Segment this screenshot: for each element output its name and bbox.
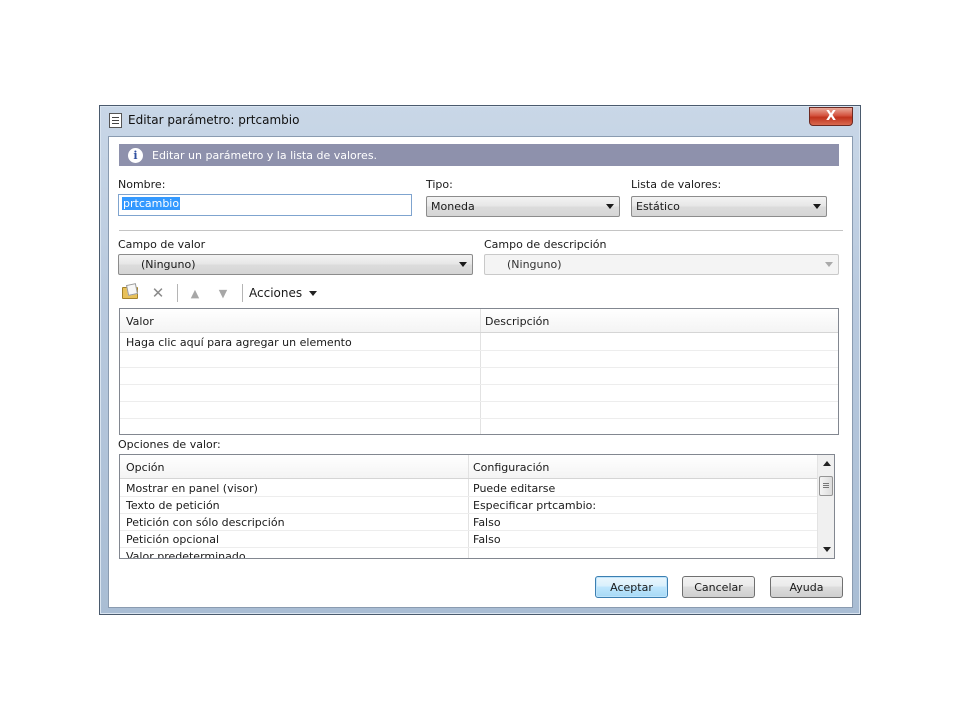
aceptar-button[interactable]: Aceptar xyxy=(595,576,668,598)
section-divider xyxy=(119,230,843,231)
title-bar[interactable]: Editar parámetro: prtcambio X xyxy=(100,106,860,136)
delete-icon: ✕ xyxy=(151,284,165,302)
info-text: Editar un parámetro y la lista de valore… xyxy=(152,148,378,162)
table-row[interactable]: Petición con sólo descripción Falso xyxy=(120,514,817,531)
column-header-configuracion[interactable]: Configuración xyxy=(473,461,549,474)
add-item-row[interactable]: Haga clic aquí para agregar un elemento xyxy=(120,334,838,351)
option-setting: Especificar prtcambio: xyxy=(473,499,597,512)
chevron-down-icon xyxy=(825,262,833,267)
values-grid-header: Valor Descripción xyxy=(120,309,838,333)
values-grid: Valor Descripción Haga clic aquí para ag… xyxy=(119,308,839,435)
table-row[interactable]: Mostrar en panel (visor) Puede editarse xyxy=(120,480,817,497)
option-name: Valor predeterminado xyxy=(126,550,246,559)
toolbar-separator xyxy=(177,284,178,302)
chevron-down-icon xyxy=(459,262,467,267)
column-separator xyxy=(480,309,481,332)
table-row xyxy=(120,402,838,419)
campo-valor-label: Campo de valor xyxy=(118,238,206,251)
dialog-client-area: i Editar un parámetro y la lista de valo… xyxy=(108,136,853,608)
toolbar-separator xyxy=(242,284,243,302)
lista-valores-select-value: Estático xyxy=(636,200,680,213)
arrow-up-icon: ▲ xyxy=(190,286,200,300)
tipo-select-value: Moneda xyxy=(431,200,475,213)
nombre-input-value: prtcambio xyxy=(122,197,181,210)
info-banner: i Editar un parámetro y la lista de valo… xyxy=(119,144,839,166)
delete-value-button[interactable]: ✕ xyxy=(147,283,169,303)
option-name: Mostrar en panel (visor) xyxy=(126,482,258,495)
options-grid-header: Opción Configuración xyxy=(120,455,817,479)
nombre-label: Nombre: xyxy=(118,178,166,191)
column-header-opcion[interactable]: Opción xyxy=(126,461,164,474)
acciones-menu-button[interactable]: Acciones xyxy=(249,286,318,300)
parameter-document-icon xyxy=(109,113,122,128)
table-row[interactable]: Valor predeterminado xyxy=(120,548,817,559)
nombre-input[interactable]: prtcambio xyxy=(118,194,412,216)
column-separator xyxy=(468,455,469,478)
info-icon: i xyxy=(128,147,143,163)
close-button[interactable]: X xyxy=(809,107,853,126)
campo-descripcion-label: Campo de descripción xyxy=(484,238,607,251)
campo-valor-select[interactable]: (Ninguno) xyxy=(118,254,473,275)
table-row xyxy=(120,368,838,385)
campo-valor-select-value: (Ninguno) xyxy=(141,258,196,271)
option-name: Petición opcional xyxy=(126,533,219,546)
campo-descripcion-select-value: (Ninguno) xyxy=(507,258,562,271)
scroll-thumb[interactable] xyxy=(819,476,833,496)
tipo-select[interactable]: Moneda xyxy=(426,196,620,217)
open-folder-icon xyxy=(122,287,138,299)
column-header-descripcion[interactable]: Descripción xyxy=(485,315,549,328)
scroll-up-icon[interactable] xyxy=(823,461,831,466)
scroll-down-icon[interactable] xyxy=(823,547,831,552)
table-row[interactable]: Petición opcional Falso xyxy=(120,531,817,548)
values-toolbar: ✕ ▲ ▼ Acciones xyxy=(119,282,318,304)
lista-valores-label: Lista de valores: xyxy=(631,178,722,191)
ayuda-button[interactable]: Ayuda xyxy=(770,576,843,598)
option-setting: Falso xyxy=(473,516,501,529)
table-row[interactable]: Texto de petición Especificar prtcambio: xyxy=(120,497,817,514)
chevron-down-icon xyxy=(813,204,821,209)
opciones-valor-label: Opciones de valor: xyxy=(118,438,221,451)
dialog-window: Editar parámetro: prtcambio X i Editar u… xyxy=(99,105,861,615)
move-down-button[interactable]: ▼ xyxy=(212,283,234,303)
options-grid: Opción Configuración Mostrar en panel (v… xyxy=(119,454,835,559)
tipo-label: Tipo: xyxy=(426,178,453,191)
table-row xyxy=(120,419,838,434)
option-setting: Puede editarse xyxy=(473,482,556,495)
options-scrollbar[interactable] xyxy=(817,455,834,558)
arrow-down-icon: ▼ xyxy=(218,286,228,300)
table-row xyxy=(120,385,838,402)
add-item-placeholder: Haga clic aquí para agregar un elemento xyxy=(126,336,352,349)
move-up-button[interactable]: ▲ xyxy=(184,283,206,303)
caret-down-icon xyxy=(309,290,318,296)
cancelar-button[interactable]: Cancelar xyxy=(682,576,755,598)
option-name: Petición con sólo descripción xyxy=(126,516,285,529)
option-setting: Falso xyxy=(473,533,501,546)
table-row xyxy=(120,351,838,368)
lista-valores-select[interactable]: Estático xyxy=(631,196,827,217)
option-name: Texto de petición xyxy=(126,499,220,512)
acciones-label: Acciones xyxy=(249,286,303,300)
import-values-button[interactable] xyxy=(119,283,141,303)
column-header-valor[interactable]: Valor xyxy=(126,315,154,328)
chevron-down-icon xyxy=(606,204,614,209)
window-title: Editar parámetro: prtcambio xyxy=(128,113,300,127)
campo-descripcion-select[interactable]: (Ninguno) xyxy=(484,254,839,275)
